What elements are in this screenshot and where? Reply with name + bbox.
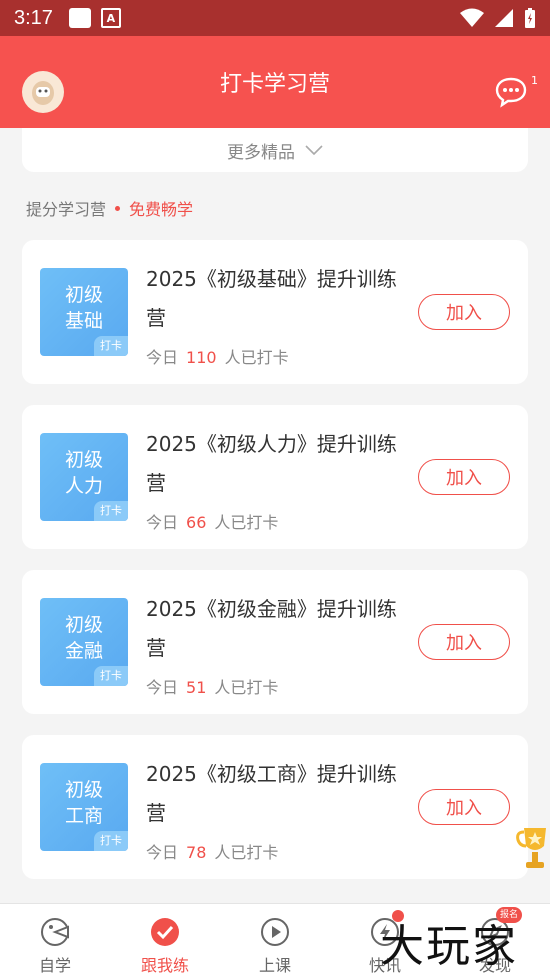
join-button[interactable]: 加入: [418, 294, 510, 330]
stat-suffix: 人已打卡: [214, 678, 279, 697]
more-products-button[interactable]: 更多精品: [22, 128, 528, 172]
camp-thumbnail: 初级基础 打卡: [40, 268, 128, 356]
join-button[interactable]: 加入: [418, 789, 510, 825]
camp-title: 2025《初级基础》提升训练营: [146, 267, 397, 330]
camp-stat: 今日 110 人已打卡: [146, 344, 289, 368]
self-study-icon: [41, 918, 69, 946]
play-icon: [261, 918, 289, 946]
status-bar: 3:17 A: [0, 0, 550, 36]
page-title: 打卡学习营: [219, 72, 330, 97]
trophy-icon[interactable]: [516, 820, 550, 876]
join-button[interactable]: 加入: [418, 459, 510, 495]
thumb-line1: 初级: [64, 284, 103, 306]
camp-card[interactable]: 初级人力 打卡 2025《初级人力》提升训练营 今日 66 人已打卡 加入: [22, 405, 528, 549]
stat-suffix: 人已打卡: [214, 843, 279, 862]
thumb-line2: 金融: [64, 640, 103, 662]
thumb-line1: 初级: [64, 614, 103, 636]
battery-icon: [525, 8, 535, 28]
nav-label: 上课: [258, 956, 291, 975]
camp-stat: 今日 51 人已打卡: [146, 674, 278, 698]
nav-item-class[interactable]: 上课: [220, 904, 330, 979]
avatar-face-icon: [32, 81, 54, 105]
stat-prefix: 今日: [146, 843, 179, 862]
stat-prefix: 今日: [146, 678, 179, 697]
app-header: 打卡学习营 1: [0, 36, 550, 128]
camp-title: 2025《初级人力》提升训练营: [146, 432, 397, 495]
message-icon[interactable]: [494, 76, 528, 108]
thumb-line2: 人力: [64, 475, 103, 497]
camp-stat: 今日 66 人已打卡: [146, 509, 278, 533]
section-dot: [115, 205, 121, 211]
thumb-line2: 基础: [64, 310, 103, 332]
camp-title: 2025《初级金融》提升训练营: [146, 597, 397, 660]
message-count-badge: 1: [531, 74, 538, 87]
camp-stat: 今日 78 人已打卡: [146, 839, 278, 863]
stat-suffix: 人已打卡: [214, 513, 279, 532]
notification-square-icon: [68, 8, 91, 28]
font-a-icon: A: [100, 8, 121, 28]
checkin-tag: 打卡: [94, 336, 128, 356]
section-heading: 提分学习营 免费畅学: [26, 196, 193, 220]
checkin-tag: 打卡: [94, 831, 128, 851]
nav-item-practice[interactable]: 跟我练: [110, 904, 220, 979]
more-products-label: 更多精品: [227, 142, 295, 163]
stat-prefix: 今日: [146, 348, 179, 367]
camp-thumbnail: 初级工商 打卡: [40, 763, 128, 851]
practice-icon: [151, 918, 179, 946]
status-time: 3:17: [14, 6, 53, 29]
checkin-tag: 打卡: [94, 501, 128, 521]
checkin-count: 78: [186, 843, 207, 862]
camp-card[interactable]: 初级基础 打卡 2025《初级基础》提升训练营 今日 110 人已打卡 加入: [22, 240, 528, 384]
camp-thumbnail: 初级金融 打卡: [40, 598, 128, 686]
join-button[interactable]: 加入: [418, 624, 510, 660]
camp-title: 2025《初级工商》提升训练营: [146, 762, 397, 825]
wifi-icon: [460, 8, 484, 27]
section-subtitle: 免费畅学: [129, 200, 194, 219]
chevron-down-icon: [305, 145, 323, 155]
camp-card[interactable]: 初级金融 打卡 2025《初级金融》提升训练营 今日 51 人已打卡 加入: [22, 570, 528, 714]
avatar[interactable]: [22, 71, 64, 113]
nav-label: 自学: [38, 956, 71, 975]
checkin-count: 66: [186, 513, 207, 532]
camp-thumbnail: 初级人力 打卡: [40, 433, 128, 521]
camp-card[interactable]: 初级工商 打卡 2025《初级工商》提升训练营 今日 78 人已打卡 加入: [22, 735, 528, 879]
stat-prefix: 今日: [146, 513, 179, 532]
thumb-line2: 工商: [64, 805, 103, 827]
stat-suffix: 人已打卡: [224, 348, 289, 367]
checkin-tag: 打卡: [94, 666, 128, 686]
thumb-line1: 初级: [64, 449, 103, 471]
nav-label: 跟我练: [140, 956, 189, 975]
section-title: 提分学习营: [26, 200, 107, 219]
checkin-count: 110: [186, 348, 217, 367]
checkin-count: 51: [186, 678, 207, 697]
signal-icon: [495, 9, 513, 27]
watermark: 大玩家: [380, 921, 518, 972]
nav-item-self-study[interactable]: 自学: [0, 904, 110, 979]
thumb-line1: 初级: [64, 779, 103, 801]
